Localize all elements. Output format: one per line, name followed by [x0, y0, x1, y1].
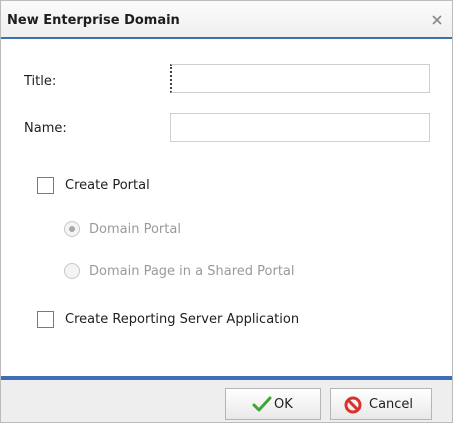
- checkmark-icon: [252, 396, 272, 416]
- create-portal-label[interactable]: Create Portal: [65, 178, 150, 193]
- cancel-icon: [344, 396, 362, 418]
- close-icon[interactable]: [430, 13, 444, 27]
- cancel-label: Cancel: [369, 397, 414, 412]
- dialog-title-bar[interactable]: New Enterprise Domain: [1, 1, 452, 37]
- radio-selected-dot: [69, 226, 75, 232]
- title-input[interactable]: [170, 64, 430, 93]
- shared-portal-page-label: Domain Page in a Shared Portal: [89, 264, 295, 279]
- shared-portal-page-radio[interactable]: [64, 263, 80, 279]
- domain-portal-label: Domain Portal: [89, 222, 181, 237]
- dialog-title: New Enterprise Domain: [7, 13, 180, 28]
- create-reporting-server-app-checkbox[interactable]: [37, 311, 54, 328]
- title-divider: [1, 37, 452, 39]
- ok-button[interactable]: OK: [225, 388, 321, 420]
- create-reporting-server-app-label[interactable]: Create Reporting Server Application: [65, 312, 299, 327]
- cancel-button[interactable]: Cancel: [330, 388, 432, 420]
- name-label: Name:: [24, 121, 67, 136]
- name-input[interactable]: [170, 113, 430, 142]
- domain-portal-radio[interactable]: [64, 221, 80, 237]
- create-portal-checkbox[interactable]: [37, 177, 54, 194]
- ok-label: OK: [274, 397, 293, 412]
- new-enterprise-domain-dialog: New Enterprise Domain Title: Name: Creat…: [0, 0, 453, 423]
- dialog-footer: OK Cancel: [1, 380, 452, 422]
- title-label: Title:: [24, 74, 57, 89]
